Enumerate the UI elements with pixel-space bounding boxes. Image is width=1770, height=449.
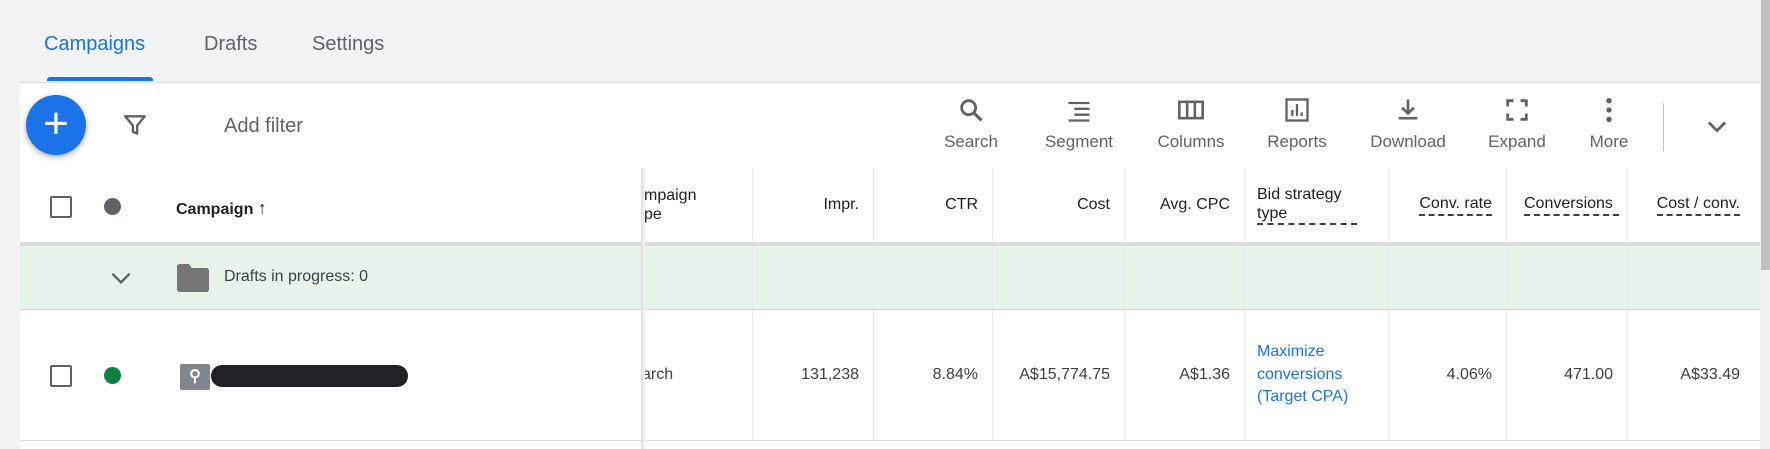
campaign-column-header[interactable]: Campaign ↑ [176,198,267,219]
impr-cell: 131,238 [752,310,873,440]
toolbar-divider [1663,103,1664,151]
empty-cell [1506,246,1627,309]
ctr-cell: 8.84% [873,310,992,440]
search-label: Search [944,132,998,151]
empty-cell [641,246,752,309]
cost-cell: A$15,774.75 [992,310,1124,440]
bid-strategy-link[interactable]: Maximize conversions (Target CPA) [1257,341,1367,408]
more-label: More [1589,132,1629,151]
empty-cell [873,246,992,309]
frozen-column-divider[interactable] [641,168,645,449]
bid-strategy-header[interactable]: Bid strategy type [1244,168,1388,242]
status-enabled-icon [104,367,121,384]
bid-strategy-cell[interactable]: Maximize conversions (Target CPA) [1244,310,1388,440]
download-label: Download [1370,132,1446,151]
more-icon [1606,97,1612,123]
segment-button[interactable]: Segment [1029,96,1129,152]
download-button[interactable]: Download [1358,96,1458,152]
conversions-header[interactable]: Conversions [1506,168,1627,242]
impr-header[interactable]: Impr. [752,168,873,242]
tab-drafts[interactable]: Drafts [204,33,257,56]
campaign-type-header[interactable]: mpaign pe [641,168,752,242]
search-icon [960,99,983,122]
segment-label: Segment [1044,132,1114,151]
table-header: Campaign ↑ mpaign pe Impr. CTR Cost Avg.… [20,168,1760,246]
drafts-row: Drafts in progress: 0 [20,246,1760,310]
reports-button[interactable]: Reports [1247,96,1347,152]
search-campaign-icon: ⚲ [180,364,210,390]
select-all-checkbox[interactable] [50,196,72,218]
scrollbar-thumb[interactable] [1761,0,1770,270]
drafts-label: Drafts in progress: 0 [224,268,369,285]
reports-label: Reports [1267,132,1327,151]
tab-campaigns[interactable]: Campaigns [44,33,145,56]
chevron-down-icon[interactable] [1703,112,1731,140]
more-button[interactable]: More [1559,96,1659,152]
row-checkbox[interactable] [50,365,72,387]
cost-conv-cell: A$33.49 [1627,310,1760,440]
cost-conv-header[interactable]: Cost / conv. [1627,168,1760,242]
conv-rate-cell: 4.06% [1388,310,1506,440]
add-filter-input[interactable]: Add filter [224,115,303,138]
columns-label: Columns [1157,132,1225,151]
conv-rate-header[interactable]: Conv. rate [1388,168,1506,242]
campaign-type-cell: arch [641,310,752,440]
expand-label: Expand [1488,132,1546,151]
empty-cell [1244,246,1388,309]
conversions-cell: 471.00 [1506,310,1627,440]
expand-icon [1506,99,1528,121]
chevron-down-icon[interactable] [108,265,134,291]
avg-cpc-header[interactable]: Avg. CPC [1124,168,1244,242]
avg-cpc-cell: A$1.36 [1124,310,1244,440]
reports-icon [1285,98,1309,122]
active-tab-indicator [47,77,153,81]
sort-ascending-icon: ↑ [257,198,267,218]
download-icon [1398,99,1418,120]
expand-button[interactable]: Expand [1467,96,1567,152]
empty-cell [1388,246,1506,309]
empty-cell [992,246,1124,309]
status-header-icon [104,198,121,215]
add-campaign-button[interactable]: + [26,95,86,155]
filter-icon[interactable] [122,112,148,138]
empty-cell [752,246,873,309]
ctr-header[interactable]: CTR [873,168,992,242]
columns-button[interactable]: Columns [1141,96,1241,152]
table-row: ⚲ arch 131,238 8.84% A$15,774.75 A$1.36 … [20,310,1760,441]
search-button[interactable]: Search [921,96,1021,152]
cost-header[interactable]: Cost [992,168,1124,242]
columns-icon [1178,100,1204,120]
segment-icon [1068,101,1090,122]
empty-cell [1627,246,1760,309]
redacted-campaign-name[interactable] [211,365,408,387]
tab-settings[interactable]: Settings [312,33,384,56]
folder-icon [177,264,209,292]
empty-cell [1124,246,1244,309]
